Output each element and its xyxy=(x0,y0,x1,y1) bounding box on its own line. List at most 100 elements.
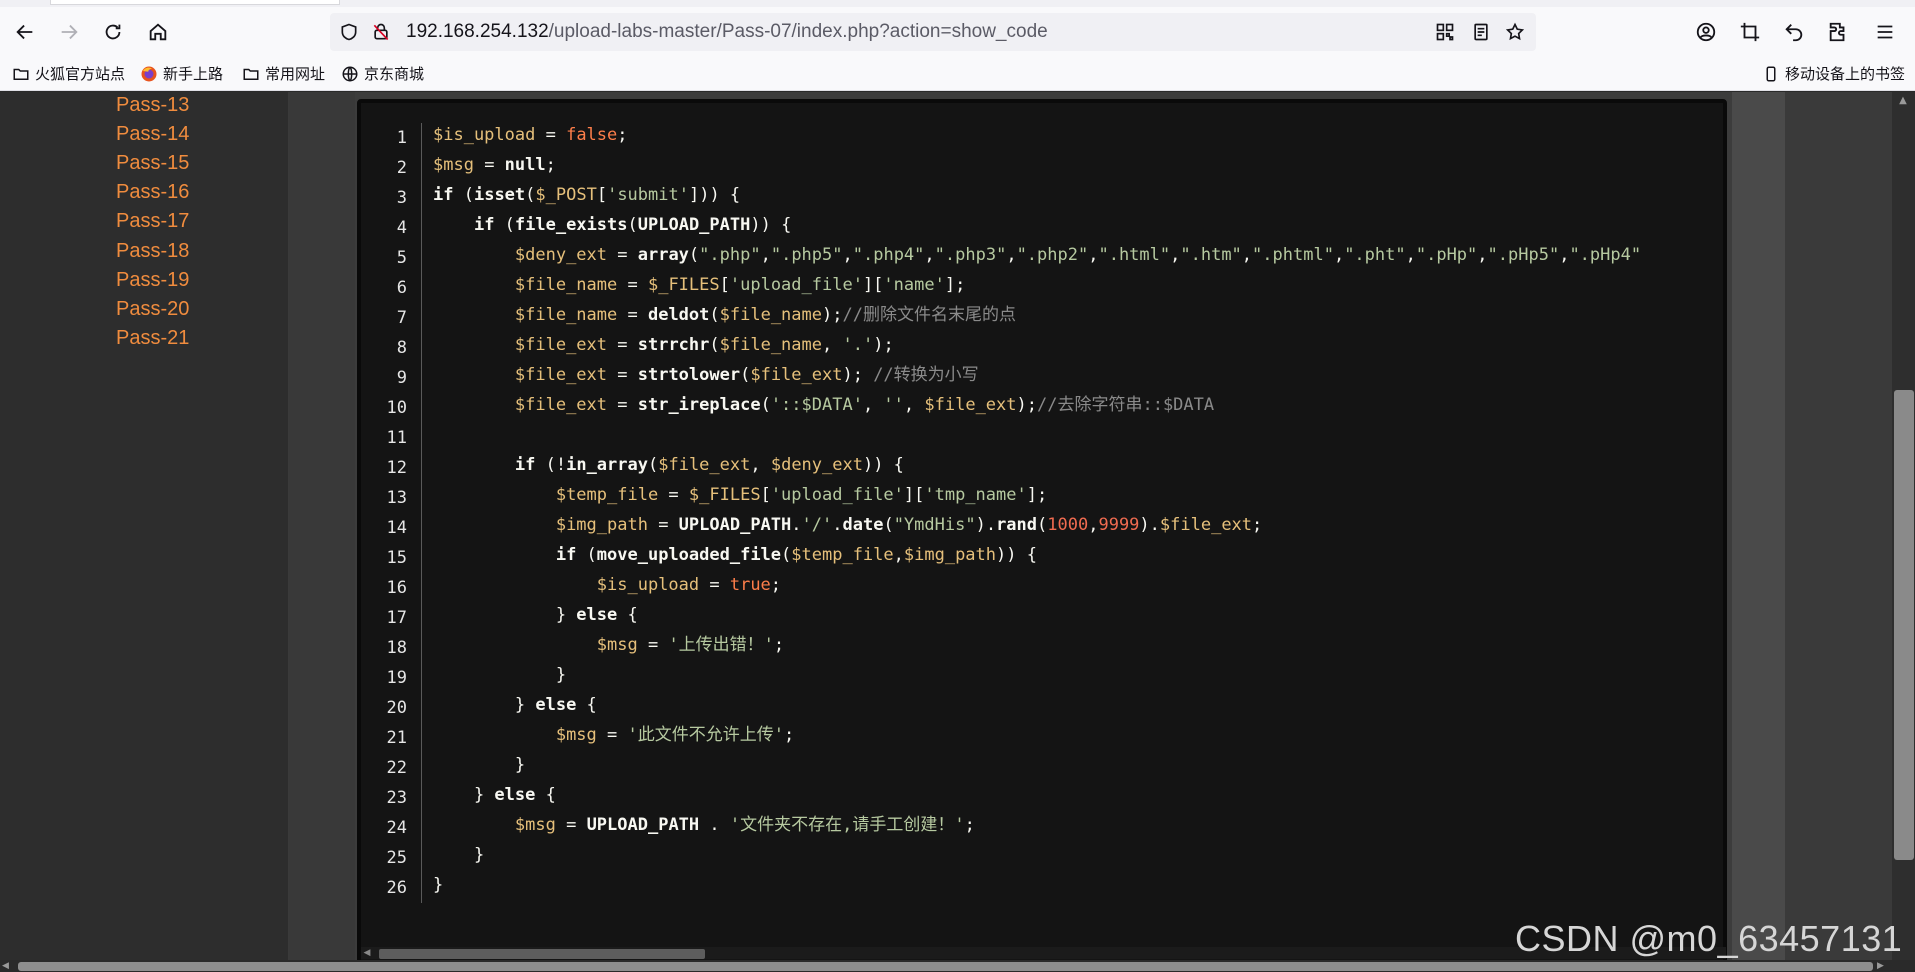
bookmark-label: 火狐官方站点 xyxy=(35,65,126,83)
line-number: 18 xyxy=(386,638,407,658)
page-horizontal-scroll-thumb[interactable] xyxy=(18,962,1873,971)
line-number: 22 xyxy=(386,758,407,778)
line-number: 3 xyxy=(396,188,407,208)
code-line: $is_upload = true; xyxy=(596,575,782,595)
folder-icon xyxy=(242,65,260,83)
undo-icon[interactable] xyxy=(1779,17,1809,47)
code-line: } else { xyxy=(433,695,597,715)
code-line: } else { xyxy=(433,605,638,625)
line-number: 8 xyxy=(396,338,407,358)
screenshot-crop-icon[interactable] xyxy=(1735,17,1765,47)
bookmark-star-icon[interactable] xyxy=(1504,21,1526,43)
line-number: 11 xyxy=(386,428,407,448)
sidebar-item-pass-15[interactable]: Pass-15 xyxy=(116,152,189,175)
forward-icon[interactable] xyxy=(54,17,84,47)
menu-hamburger-icon[interactable] xyxy=(1870,17,1900,47)
sidebar: Pass-13 Pass-14 Pass-15 Pass-16 Pass-17 … xyxy=(0,92,289,963)
firefox-icon xyxy=(140,65,158,83)
shield-icon[interactable] xyxy=(338,21,360,43)
code-line: $temp_file = $_FILES['upload_file']['tmp… xyxy=(555,485,1048,505)
line-number: 13 xyxy=(386,488,407,508)
sidebar-item-pass-17[interactable]: Pass-17 xyxy=(116,210,189,233)
url-path: /upload-labs-master/Pass-07/index.php?ac… xyxy=(548,21,1048,42)
line-number: 16 xyxy=(386,578,407,598)
code-line: $file_ext = strrchr($file_name, '.'); xyxy=(514,335,894,355)
code-lines: $is_upload = false; $msg = null; if (isset… xyxy=(433,120,1641,900)
qr-code-icon[interactable] xyxy=(1434,21,1456,43)
sidebar-item-pass-16[interactable]: Pass-16 xyxy=(116,181,189,204)
mobile-device-icon xyxy=(1762,65,1780,83)
code-line: } xyxy=(433,665,567,685)
bookmark-label: 京东商城 xyxy=(364,65,425,83)
code-line: } else { xyxy=(433,785,556,805)
sidebar-item-pass-21[interactable]: Pass-21 xyxy=(116,327,189,350)
scroll-up-arrow-icon[interactable]: ▲ xyxy=(1896,95,1910,109)
content-gutter xyxy=(289,92,355,963)
line-numbers: 1 2 3 4 5 6 7 8 9 10 11 12 13 14 15 16 17 18 19 20 21 22 23 24 2… xyxy=(361,123,421,903)
reload-icon[interactable] xyxy=(98,17,128,47)
mobile-bookmarks[interactable]: 移动设备上的书签 xyxy=(1762,63,1905,84)
code-line: if (file_exists(UPLOAD_PATH)) { xyxy=(473,215,792,235)
folder-icon xyxy=(12,65,30,83)
line-number: 2 xyxy=(396,158,407,178)
code-area: 1 2 3 4 5 6 7 8 9 10 11 12 13 14 15 16 17 18 19 20 21 22 23 24 2… xyxy=(361,103,1723,963)
code-line: if (move_uploaded_file($temp_file,$img_p… xyxy=(555,545,1037,565)
bookmark-item[interactable]: 新手上路 xyxy=(140,63,223,84)
code-line: if (isset($_POST['submit'])) { xyxy=(433,185,741,205)
code-horizontal-scroll-thumb[interactable] xyxy=(379,949,705,959)
active-tab-edge[interactable] xyxy=(50,0,340,5)
sidebar-item-pass-19[interactable]: Pass-19 xyxy=(116,269,189,292)
scroll-right-arrow-icon[interactable]: ▶ xyxy=(1877,960,1889,972)
scroll-left-arrow-icon[interactable]: ◀ xyxy=(361,947,373,959)
line-number: 12 xyxy=(386,458,407,478)
bookmark-item[interactable]: 常用网址 xyxy=(242,63,325,84)
code-line: $file_name = deldot($file_name);//删除文件名末… xyxy=(514,305,1016,325)
globe-icon xyxy=(341,65,359,83)
bookmarks-toolbar: 火狐官方站点 新手上路 常用网址 京东商城 移动设备上的书签 xyxy=(0,57,1915,91)
csdn-watermark: CSDN @m0_63457131 xyxy=(1515,918,1903,959)
line-number: 7 xyxy=(396,308,407,328)
sidebar-nav: Pass-13 Pass-14 Pass-15 Pass-16 Pass-17 … xyxy=(0,92,289,963)
sidebar-item-pass-18[interactable]: Pass-18 xyxy=(116,240,189,263)
code-line: $msg = null; xyxy=(433,155,556,175)
navigation-toolbar: 192.168.254.132/upload-labs-master/Pass-… xyxy=(0,7,1915,57)
code-line: } xyxy=(433,755,526,775)
scroll-left-arrow-icon[interactable]: ◀ xyxy=(2,960,14,972)
line-number: 26 xyxy=(386,878,407,898)
sidebar-item-pass-20[interactable]: Pass-20 xyxy=(116,298,189,321)
line-number: 25 xyxy=(386,848,407,868)
code-line: $is_upload = false; xyxy=(433,125,628,145)
content-right-panel xyxy=(1732,92,1785,963)
code-line: $file_ext = str_ireplace('::$DATA', '', … xyxy=(514,395,1215,415)
sidebar-item-pass-14[interactable]: Pass-14 xyxy=(116,123,189,146)
code-line: $img_path = UPLOAD_PATH.'/'.date("YmdHis… xyxy=(555,515,1263,535)
code-viewer[interactable]: 1 2 3 4 5 6 7 8 9 10 11 12 13 14 15 16 17 18 19 20 21 22 23 24 2… xyxy=(357,99,1727,972)
bookmark-label: 常用网址 xyxy=(265,65,326,83)
content-right-margin xyxy=(1785,92,1895,963)
code-line: } xyxy=(433,845,485,865)
bookmark-item[interactable]: 火狐官方站点 xyxy=(12,63,125,84)
reader-view-icon[interactable] xyxy=(1470,21,1492,43)
back-icon[interactable] xyxy=(10,17,40,47)
address-bar[interactable]: 192.168.254.132/upload-labs-master/Pass-… xyxy=(330,13,1536,51)
bookmark-item[interactable]: 京东商城 xyxy=(341,63,424,84)
account-icon[interactable] xyxy=(1691,17,1721,47)
line-number: 14 xyxy=(386,518,407,538)
insecure-lock-icon[interactable] xyxy=(370,21,392,43)
code-line: if (!in_array($file_ext, $deny_ext)) { xyxy=(514,455,904,475)
url-text[interactable]: 192.168.254.132/upload-labs-master/Pass-… xyxy=(406,21,1048,43)
line-number: 21 xyxy=(386,728,407,748)
tab-strip xyxy=(0,0,1915,7)
line-number: 23 xyxy=(386,788,407,808)
code-line: $deny_ext = array(".php",".php5",".php4"… xyxy=(514,245,1642,265)
extensions-icon[interactable] xyxy=(1823,17,1853,47)
line-number: 5 xyxy=(396,248,407,268)
page-vertical-scroll-thumb[interactable] xyxy=(1894,390,1914,860)
url-host: 192.168.254.132 xyxy=(406,21,549,42)
sidebar-item-pass-13[interactable]: Pass-13 xyxy=(116,94,189,117)
line-number: 15 xyxy=(386,548,407,568)
home-icon[interactable] xyxy=(143,17,173,47)
line-number: 24 xyxy=(386,818,407,838)
line-number: 20 xyxy=(386,698,407,718)
